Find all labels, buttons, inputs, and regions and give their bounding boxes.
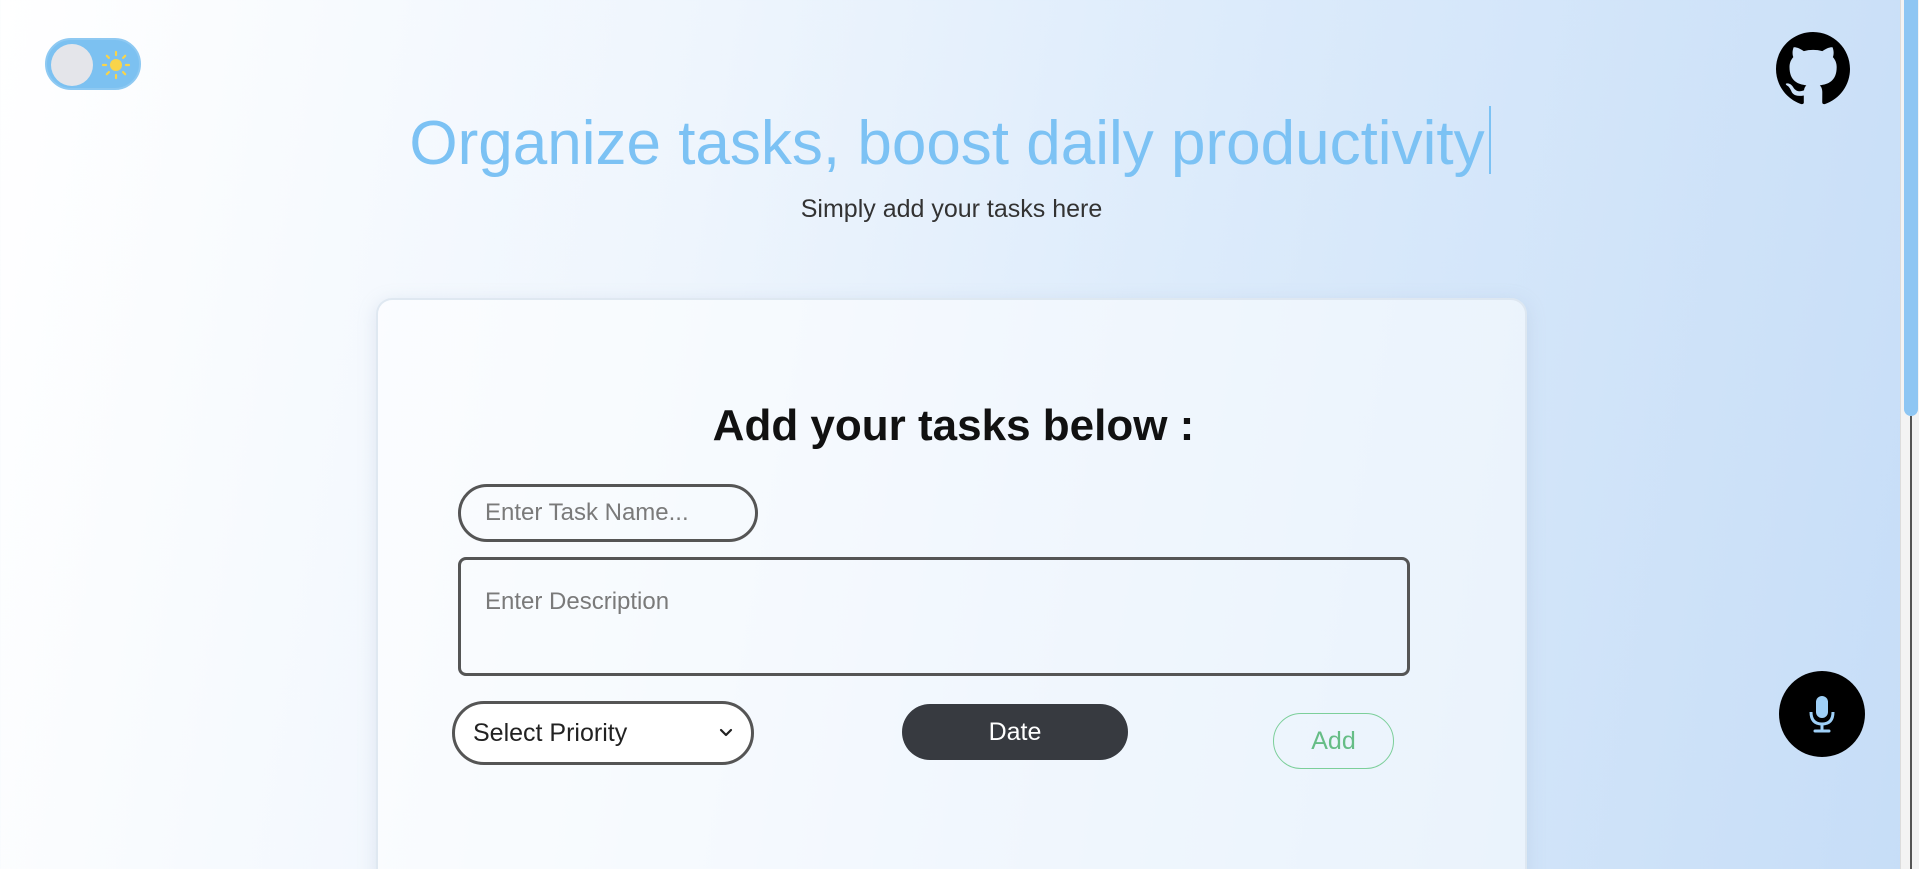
scrollbar-track xyxy=(1910,416,1912,869)
microphone-icon xyxy=(1809,696,1835,733)
page-scrollbar[interactable] xyxy=(1900,0,1919,869)
theme-toggle[interactable] xyxy=(45,38,141,90)
task-name-input[interactable] xyxy=(458,484,758,542)
description-input[interactable] xyxy=(458,557,1410,676)
github-icon[interactable] xyxy=(1776,32,1850,106)
date-button[interactable]: Date xyxy=(902,704,1128,760)
priority-selected-value: Select Priority xyxy=(473,718,628,747)
sun-icon xyxy=(101,50,131,80)
page-subtitle: Simply add your tasks here xyxy=(800,195,1103,223)
page-title: Organize tasks, boost daily productivity xyxy=(0,104,1900,184)
scrollbar-thumb[interactable] xyxy=(1904,0,1918,416)
priority-select[interactable]: Select Priority xyxy=(452,701,754,765)
toggle-knob xyxy=(51,44,93,86)
add-task-button[interactable]: Add xyxy=(1273,713,1394,769)
typing-caret xyxy=(1488,106,1491,174)
page-title-text: Organize tasks, boost daily productivity xyxy=(409,109,1485,178)
task-form-card: Add your tasks below : Select Priority D… xyxy=(376,298,1527,869)
form-title: Add your tasks below : xyxy=(712,401,1195,450)
chevron-down-icon xyxy=(719,728,733,737)
voice-input-button[interactable] xyxy=(1779,671,1865,757)
